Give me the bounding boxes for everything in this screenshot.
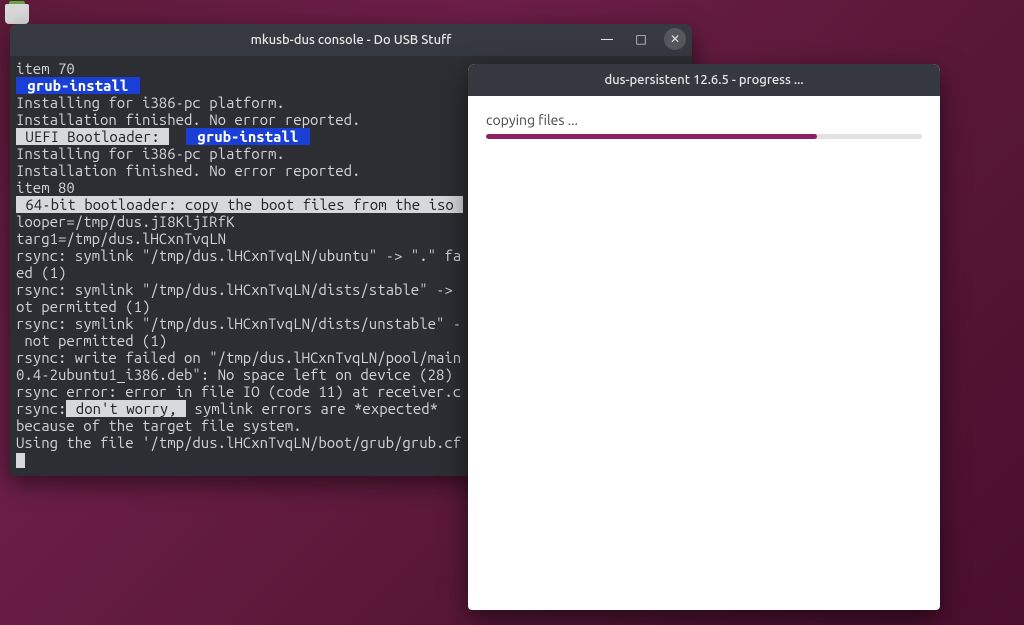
console-line: ot permitted (1)	[16, 298, 150, 315]
console-line: Installing for i386-pc platform.	[16, 145, 285, 162]
console-highlight-grub: grub-install	[16, 77, 140, 94]
console-line: Installation finished. No error reported…	[16, 111, 360, 128]
console-line: rsync: symlink "/tmp/dus.lHCxnTvqLN/dist…	[16, 315, 461, 332]
console-line: rsync error: error in file IO (code 11) …	[16, 383, 461, 400]
progress-titlebar[interactable]: dus-persistent 12.6.5 - progress ...	[468, 64, 940, 96]
progress-window: dus-persistent 12.6.5 - progress ... cop…	[468, 64, 940, 610]
minimize-button[interactable]: —	[596, 28, 618, 50]
console-line: looper=/tmp/dus.jI8KljIRfK	[16, 213, 234, 230]
console-line: rsync: symlink "/tmp/dus.lHCxnTvqLN/dist…	[16, 281, 461, 298]
console-line: ed (1)	[16, 264, 66, 281]
terminal-cursor	[16, 453, 25, 468]
console-line: item 80	[16, 179, 75, 196]
progress-bar	[486, 134, 922, 139]
console-line: symlink errors are *expected*	[186, 400, 438, 417]
console-titlebar[interactable]: mkusb-dus console - Do USB Stuff — □ ✕	[10, 24, 692, 56]
console-highlight-dontworry: don't worry,	[66, 400, 186, 417]
console-line: Using the file '/tmp/dus.lHCxnTvqLN/boot…	[16, 434, 461, 451]
console-line: 0.4-2ubuntu1_i386.deb": No space left on…	[16, 366, 453, 383]
console-line: rsync: symlink "/tmp/dus.lHCxnTvqLN/ubun…	[16, 247, 461, 264]
console-highlight-64bit: 64-bit bootloader: copy the boot files f…	[16, 196, 463, 213]
progress-fill	[486, 134, 817, 139]
console-window-controls: — □ ✕	[596, 28, 686, 50]
console-title: mkusb-dus console - Do USB Stuff	[10, 33, 692, 47]
console-line: not permitted (1)	[16, 332, 167, 349]
console-line: item 70	[16, 60, 75, 77]
maximize-button[interactable]: □	[630, 28, 652, 50]
console-line: rsync:	[16, 400, 66, 417]
console-line: because of the target file system.	[16, 417, 302, 434]
console-line: Installation finished. No error reported…	[16, 162, 360, 179]
console-line: Installing for i386-pc platform.	[16, 94, 285, 111]
progress-body: copying files ...	[468, 96, 940, 155]
console-line: rsync: write failed on "/tmp/dus.lHCxnTv…	[16, 349, 461, 366]
console-highlight-grub: grub-install	[186, 128, 310, 145]
progress-title: dus-persistent 12.6.5 - progress ...	[468, 73, 940, 87]
close-button[interactable]: ✕	[664, 28, 686, 50]
trash-icon	[5, 4, 29, 24]
console-line: targ1=/tmp/dus.lHCxnTvqLN	[16, 230, 226, 247]
progress-label: copying files ...	[486, 112, 922, 128]
console-highlight-uefi: UEFI Bootloader:	[16, 128, 169, 145]
